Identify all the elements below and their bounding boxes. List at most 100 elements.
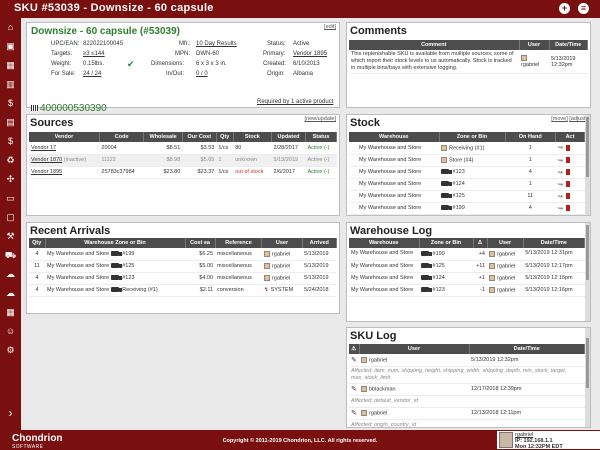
onhand-cell: 1 [505,178,556,191]
vendor-link[interactable]: Vendor 1870 [31,157,62,163]
mfr-label: Mfr.: [179,41,191,47]
trash-icon[interactable] [565,144,570,151]
expand-sidebar-icon[interactable]: › [0,406,21,420]
forsale-value[interactable]: 24 / 24 [83,71,101,77]
document-icon[interactable]: ▤ [0,113,21,132]
fan-icon[interactable]: ✣ [0,170,21,189]
cloud-download-icon[interactable]: ☁ [0,284,21,303]
required-by-link[interactable]: Required by 1 active product [257,99,333,105]
add-icon[interactable]: + [559,3,570,14]
dollar-icon[interactable]: $ [0,94,21,113]
vendor-link[interactable]: Vendor 1895 [31,169,62,175]
user-badge[interactable]: rgabriel IP: 192.168.1.1 Mon 12:32PM EDT [497,431,600,450]
code-cell: 20004 [99,142,144,155]
affected-cell: Affected: default_vendor_id [349,395,585,408]
bin-cell: #125 [432,263,445,269]
hand-cart-icon[interactable]: ⚒ [0,227,21,246]
new-update-link[interactable]: [new/update] [305,116,337,122]
box-icon[interactable]: ▣ [0,37,21,56]
onhand-cell: 1 [505,142,556,155]
origin-value: Albania [293,71,314,77]
truck-icon [421,263,432,269]
user-cell: rgabriel [487,272,524,285]
move-icon[interactable]: ↝ [558,206,563,212]
onhand-cell: 1 [505,154,556,167]
cost-cell: $3.53 [182,142,217,155]
truck-icon[interactable]: ⛟ [0,246,21,265]
code-cell: 11122 [99,154,144,167]
gear-icon[interactable]: ⚙ [0,341,21,360]
col-header: Reference [215,238,263,248]
targets-value[interactable]: ≥3 ≤144 [83,51,105,57]
whlog-scrollbar[interactable] [585,223,590,321]
table-row: My Warehouse and Store #124 +1 rgabriel 5/1… [349,272,585,285]
move-icon[interactable]: ↝ [558,194,563,200]
cost-cell: $6.25 [185,248,216,261]
page-title: SKU #53039 - Downsize - 60 capsule [14,2,214,14]
move-icon[interactable]: ↝ [558,158,563,164]
dollar-icon-2[interactable]: $ [0,132,21,151]
table-row: 4 My Warehouse and Store Receiving (#1) $2… [29,284,337,297]
reference-cell: conversion [215,284,262,297]
primary-value[interactable]: Vendor 1895 [293,51,327,57]
barcode-icon[interactable]: ▥ [0,75,21,94]
table-row: My Warehouse and Store #199 4 ↝ [349,202,585,215]
col-header: Comment [349,40,520,50]
edit-link[interactable]: [edit] [324,24,336,30]
avatar [263,250,270,257]
time-cell: 12/17/2018 12:39pm [469,383,585,396]
box-open-icon[interactable]: ▢ [0,208,21,227]
vendor-link[interactable]: Vendor 17 [31,145,56,151]
move-icon[interactable]: ↝ [558,145,563,151]
inbox-icon[interactable]: ▭ [0,189,21,208]
col-header: Vendor [29,132,100,142]
warehouse-icon[interactable]: ⌂ [0,18,21,37]
trash-icon[interactable] [565,180,570,187]
trash-icon[interactable] [565,204,570,211]
action-cell: ↝ [555,166,585,179]
bin-cell: My Warehouse and Store Receiving (#1) [45,284,185,297]
recycle-icon[interactable]: ♻ [0,151,21,170]
col-header: Status [305,132,338,142]
table-row: Vendor 1895 25783c37984 $23.80 $23.37 1/… [29,166,337,179]
col-header: Stock [233,132,273,142]
cloud-upload-icon[interactable]: ☁ [0,265,21,284]
upc-label: UPC/EAN: [51,41,80,47]
move-link[interactable]: [move] [551,116,568,122]
inout-value[interactable]: 0 / 0 [196,71,208,77]
cost-cell: $4.00 [185,272,216,285]
status-cell[interactable]: Active (-) [305,154,337,167]
status-cell[interactable]: Active (-) [305,166,337,179]
warehouse-cell: My Warehouse and Store [349,272,419,285]
onhand-cell: 4 [505,202,556,215]
grid-icon[interactable]: ▦ [0,56,21,75]
bin-cell: #123 [452,169,465,175]
mfr-value[interactable]: 10 Day Results [196,41,237,47]
menu-icon[interactable]: ≡ [578,3,589,14]
col-header: Date/Time [523,238,586,248]
user-cell: rgabriel [359,407,469,420]
mpn-label: MPN: [175,51,190,57]
move-icon[interactable]: ↝ [558,170,563,176]
warehouse-cell: My Warehouse and Store [349,190,439,203]
move-icon[interactable]: ↝ [558,182,563,188]
targets-label: Targets: [51,51,73,57]
arrived-cell: 5/13/2019 [302,260,337,273]
recent-arrivals-panel: Recent Arrivals Qty Warehouse Zone or Bi… [26,222,340,314]
warehouse-cell: My Warehouse and Store [349,284,419,297]
action-cell: ↝ [555,178,585,191]
stock-scrollbar[interactable] [585,115,590,215]
avatar [361,385,367,392]
col-header: User [359,344,470,354]
table-row: Vendor 17 20004 $8.51 $3.53 1/cs 80 2/28… [29,142,337,155]
people-icon[interactable]: ☺ [0,322,21,341]
table-row: ✎ bblackman 12/17/2018 12:39pm [349,383,585,396]
current-time: Mon 12:32PM EDT [515,444,563,450]
skulog-scrollbar[interactable] [585,328,590,427]
trash-icon[interactable] [565,168,570,175]
trash-icon[interactable] [565,156,570,163]
calendar-icon[interactable]: ▦ [0,303,21,322]
trash-icon[interactable] [565,192,570,199]
updated-cell: 5/13/2019 [271,154,306,167]
status-cell[interactable]: Active (-) [305,142,337,155]
